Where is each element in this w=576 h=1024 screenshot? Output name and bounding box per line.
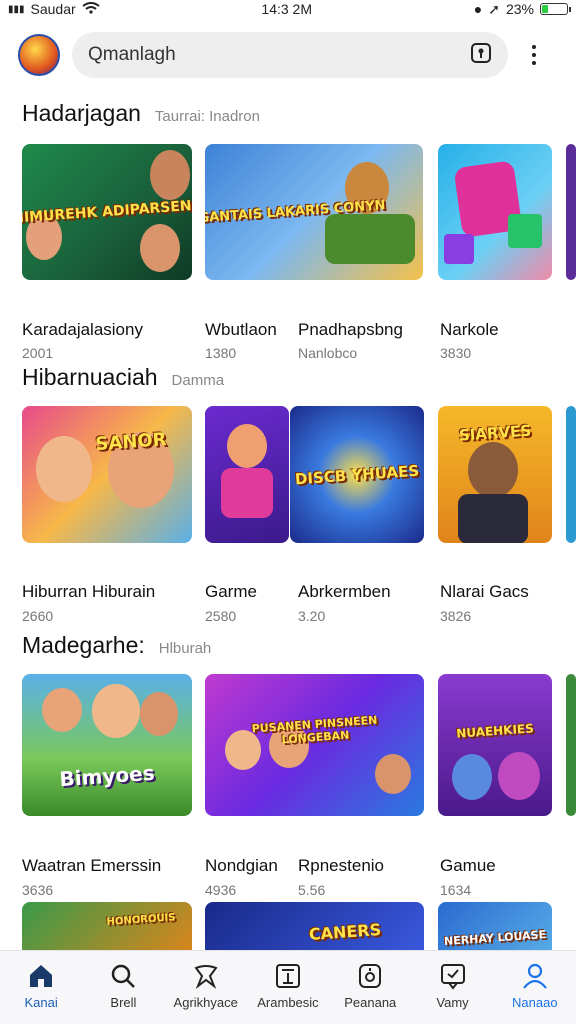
game-card-thumbnail[interactable]: NUAEHKIES xyxy=(438,674,552,816)
battery-icon xyxy=(540,3,571,15)
clock: 14:3 2M xyxy=(261,1,313,17)
nav-label: Agrikhyace xyxy=(173,995,238,1010)
status-bar: ▮▮▮ Saudar 14:3 2M ● ➚ 23% xyxy=(0,0,576,18)
search-bar[interactable]: Qmanlagh xyxy=(72,32,508,78)
location-icon: ➚ xyxy=(488,0,500,17)
nav-label: Nanaao xyxy=(512,995,558,1010)
game-art-title: SIARVES xyxy=(458,421,532,445)
section-title: Hibarnuaciah xyxy=(22,364,158,390)
game-meta: 3830 xyxy=(440,345,472,361)
game-meta: 1634 xyxy=(440,882,472,898)
section-4: HONOROUIS CANERS NERHAY LOUASE xyxy=(0,902,576,962)
game-art-title: Bimyoes xyxy=(58,760,156,792)
game-card-thumbnail[interactable]: GANTAIS LAKARIS CONYN xyxy=(205,144,423,280)
nav-label: Kanai xyxy=(24,995,58,1010)
section-2: Hibarnuaciah Damma SANOR DISCB YHUAES SI… xyxy=(0,364,576,624)
alarm-icon: ● xyxy=(473,1,483,17)
game-card-thumbnail[interactable]: HIMUREHK ADIPARSENS xyxy=(22,144,192,280)
nav-item-search[interactable]: Brell xyxy=(82,951,164,1024)
nav-item-profile[interactable]: Nanaao xyxy=(494,951,576,1024)
nav-item-offers[interactable]: Agrikhyace xyxy=(165,951,247,1024)
game-card-thumbnail[interactable] xyxy=(205,406,289,543)
nav-item-home[interactable]: Kanai xyxy=(0,951,82,1024)
home-icon xyxy=(26,961,56,991)
section-title: Hadarjagan xyxy=(22,100,141,126)
game-meta: 1380 xyxy=(205,345,237,361)
nav-item-messages[interactable]: Vamy xyxy=(411,951,493,1024)
more-options-icon[interactable] xyxy=(522,45,546,65)
game-card-thumbnail[interactable] xyxy=(566,144,576,280)
game-art-title: NERHAY LOUASE xyxy=(443,927,547,949)
game-meta: 3826 xyxy=(440,608,472,624)
game-title[interactable]: Pnadhapsbng xyxy=(298,320,403,340)
signal-icon: ▮▮▮ xyxy=(8,3,25,15)
game-meta: 3636 xyxy=(22,882,54,898)
game-title[interactable]: Nondgian xyxy=(205,856,278,876)
section-subtitle[interactable]: Hlburah xyxy=(159,640,212,657)
nav-item-library[interactable]: Arambesic xyxy=(247,951,329,1024)
add-box-icon xyxy=(273,961,303,991)
bottom-navigation: Kanai Brell Agrikhyace Arambesic Peanana… xyxy=(0,950,576,1024)
game-title[interactable]: Garme xyxy=(205,582,257,602)
search-input[interactable]: Qmanlagh xyxy=(88,44,470,66)
battery-percent: 23% xyxy=(505,1,534,17)
game-meta: 2001 xyxy=(22,345,54,361)
game-meta: 3.20 xyxy=(298,608,326,624)
section-subtitle[interactable]: Taurrai: Inadron xyxy=(155,108,260,125)
game-meta: Nanlobco xyxy=(298,345,358,361)
game-art-title: NUAEHKIES xyxy=(455,721,535,741)
game-card-thumbnail[interactable] xyxy=(566,406,576,543)
person-icon xyxy=(520,961,550,991)
game-card-thumbnail[interactable]: Bimyoes xyxy=(22,674,192,816)
game-art-title: SANOR xyxy=(94,428,168,455)
game-title[interactable]: Waatran Emerssin xyxy=(22,856,161,876)
search-icon xyxy=(108,961,138,991)
game-card-thumbnail[interactable]: SIARVES xyxy=(438,406,552,543)
game-title[interactable]: Rpnestenio xyxy=(298,856,384,876)
game-icon xyxy=(355,961,385,991)
chat-icon xyxy=(438,961,468,991)
game-card-thumbnail[interactable]: PUSANEN PINSNEEN LONGEBAN xyxy=(205,674,424,816)
game-card-thumbnail[interactable] xyxy=(438,144,552,280)
game-title[interactable]: Abrkermben xyxy=(298,582,391,602)
game-meta: 4936 xyxy=(205,882,237,898)
game-card-thumbnail[interactable]: DISCB YHUAES xyxy=(290,406,424,543)
section-subtitle[interactable]: Damma xyxy=(172,372,225,389)
game-art-title: CANERS xyxy=(308,920,382,944)
carrier-name: Saudar xyxy=(30,1,76,17)
nav-label: Vamy xyxy=(436,995,469,1010)
nav-item-games[interactable]: Peanana xyxy=(329,951,411,1024)
wifi-icon xyxy=(82,1,100,17)
section-1: Hadarjagan Taurrai: Inadron HIMUREHK ADI… xyxy=(0,100,576,361)
game-art-title: DISCB YHUAES xyxy=(294,461,420,488)
game-title[interactable]: Wbutlaon xyxy=(205,320,277,340)
section-title: Madegarhe: xyxy=(22,632,145,658)
avatar[interactable] xyxy=(18,34,60,76)
nav-label: Brell xyxy=(110,995,137,1010)
nav-label: Peanana xyxy=(344,995,397,1010)
game-meta: 5.56 xyxy=(298,882,326,898)
nav-label: Arambesic xyxy=(257,995,319,1010)
search-header: Qmanlagh xyxy=(0,30,576,80)
game-card-thumbnail[interactable] xyxy=(566,674,576,816)
section-3: Madegarhe: Hlburah Bimyoes PUSANEN PINSN… xyxy=(0,632,576,898)
voice-search-icon[interactable] xyxy=(470,42,492,69)
game-art-title: HIMUREHK ADIPARSENS xyxy=(22,197,192,227)
game-title[interactable]: Narkole xyxy=(440,320,499,340)
game-meta: 2580 xyxy=(205,608,237,624)
game-meta: 2660 xyxy=(22,608,54,624)
game-title[interactable]: Hiburran Hiburain xyxy=(22,582,155,602)
game-art-title: HONOROUIS xyxy=(106,912,176,928)
game-title[interactable]: Karadajalasiony xyxy=(22,320,143,340)
game-art-title: PUSANEN PINSNEEN LONGEBAN xyxy=(250,713,378,747)
game-title[interactable]: Nlarai Gacs xyxy=(440,582,529,602)
tag-icon xyxy=(191,961,221,991)
game-title[interactable]: Gamue xyxy=(440,856,496,876)
game-card-thumbnail[interactable]: SANOR xyxy=(22,406,192,543)
